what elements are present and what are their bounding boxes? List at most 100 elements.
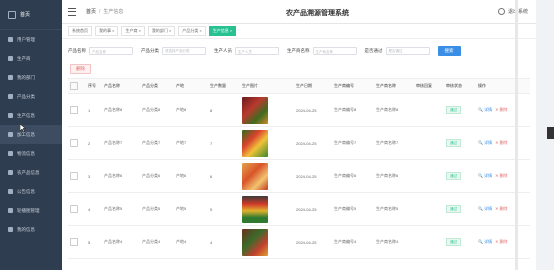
producer-name-cell: 生产商名称8 [376,107,399,112]
table-cell [68,139,86,147]
status-badge: 通过 [446,238,461,246]
sidebar-item-label: 公告信息 [17,188,35,194]
product-cat-label: 产品分类 [141,48,159,53]
sidebar-item-logistics[interactable]: 物流信息 [0,144,62,163]
producer-name-cell: 生产商名称6 [376,173,399,178]
status-badge: 通过 [446,106,461,114]
process-icon [8,132,13,137]
delete-button[interactable]: ✕ 删除 [495,107,507,113]
users-icon [8,37,13,42]
view-button[interactable]: 🔍 详情 [478,173,492,179]
sidebar-item-label: 物流信息 [17,150,35,156]
row-index: 2 [88,140,91,146]
quantity-cell: 4 [210,239,213,245]
tags-view: 系统首页 我的事 × 生产商 × 我的部门 × 产品分类 × 生产信息 × [62,24,536,39]
table-header: 序号 产品名称 产品分类 产地 生产数量 生产图片 生产日期 生产商编号 生产商… [68,78,530,94]
view-button[interactable]: 🔍 详情 [478,107,492,113]
tag-producer[interactable]: 生产商 × [121,26,145,36]
status-cell: 通过 [444,139,476,147]
sidebar-item-label: 用户管理 [17,36,35,42]
product-name-cell: 产品名称7 [104,140,123,145]
sidebar-item-users[interactable]: 用户管理 [0,30,62,49]
product-cat-select[interactable]: 请选择产品分类 [162,47,206,55]
table-cell [68,172,86,180]
sidebar-item-product-info[interactable]: 农产品信息 [0,163,62,182]
view-button[interactable]: 🔍 详情 [478,239,492,245]
table-cell [68,205,86,213]
sidebar-item-processing[interactable]: 加工信息 [0,125,62,144]
table-row: 2 产品名称7 产品分类7 产地7 7 2024-04-25 生产商编号7 生产商名称7 通过 🔍… [68,127,530,160]
producer-input[interactable]: 生产人员 [235,47,279,55]
tag-home[interactable]: 系统首页 [68,26,92,36]
tag-category[interactable]: 产品分类 × [178,26,206,36]
actions-cell: 🔍 详情 ✕ 删除 [476,239,520,245]
breadcrumb-home[interactable]: 首页 [86,9,96,15]
sidebar-item-label: 我的信息 [17,226,35,232]
row-checkbox[interactable] [70,106,78,114]
data-table: 序号 产品名称 产品分类 产地 生产数量 生产图片 生产日期 生产商编号 生产商… [68,78,530,259]
table-cell [240,228,294,256]
select-all-cell [68,82,86,90]
home-icon [8,10,16,19]
row-checkbox[interactable] [70,205,78,213]
view-button[interactable]: 🔍 详情 [478,206,492,212]
status-badge: 通过 [446,205,461,213]
product-name-cell: 产品名称8 [104,107,123,112]
search-button[interactable]: 搜索 [437,46,461,56]
product-image [242,96,268,124]
product-name-cell: 产品名称4 [104,239,123,244]
sidebar-item-category[interactable]: 产品分类 [0,87,62,106]
sidebar-item-label: 农产品信息 [17,169,40,175]
delete-button[interactable]: ✕ 删除 [495,173,507,179]
status-cell: 通过 [444,238,476,246]
view-button[interactable]: 🔍 详情 [478,140,492,146]
row-checkbox[interactable] [70,172,78,180]
quantity-cell: 8 [210,107,213,113]
col-header: 序号 [88,83,96,88]
batch-delete-button[interactable]: 删除 [70,64,91,74]
producer-name-input[interactable]: 生产商名称 [312,47,357,55]
col-header: 产品分类 [142,83,158,88]
sidebar-item-notice[interactable]: 公告信息 [0,182,62,201]
origin-cell: 产地7 [176,140,187,145]
date-cell: 2024-04-25 [296,206,317,212]
sidebar-item-carousel[interactable]: 轮播图管理 [0,201,62,220]
sidebar-item-production[interactable]: 生产信息 [0,106,62,125]
sidebar-header-label: 首页 [20,12,31,18]
product-image [242,162,268,190]
main-panel: 首页/生产信息 农产品溯源管理系统 退出系统 系统首页 我的事 × 生产商 × … [62,0,536,270]
quantity-cell: 7 [210,140,213,146]
sidebar-header[interactable]: 首页 [0,0,62,30]
table-cell [240,195,294,223]
top-bar: 首页/生产信息 农产品溯源管理系统 退出系统 [62,0,536,24]
status-cell: 通过 [444,106,476,114]
tag-production[interactable]: 生产信息 × [208,26,237,36]
logout-button[interactable]: 退出系统 [497,8,528,15]
menu-toggle-icon[interactable] [68,7,76,16]
approved-select[interactable]: 是否通过 [385,47,430,55]
approved-label: 是否通过 [364,48,383,53]
sidebar-item-my-info[interactable]: 我的信息 [0,220,62,239]
row-checkbox[interactable] [70,139,78,147]
sidebar-item-producer[interactable]: 生产商 [0,49,62,68]
vertical-scrollbar[interactable] [515,0,518,270]
select-all-checkbox[interactable] [70,82,78,90]
tag-mine[interactable]: 我的事 × [95,26,119,36]
date-cell: 2024-04-25 [296,107,317,113]
table-body: 1 产品名称8 产品分类8 产地8 8 2024-04-25 生产商编号8 生产商名称8 通过 🔍… [68,94,530,259]
delete-button[interactable]: ✕ 删除 [495,239,507,245]
delete-button[interactable]: ✕ 删除 [495,140,507,146]
breadcrumb-current: 生产信息 [103,9,124,15]
product-name-input[interactable]: 产品名称 [89,47,133,55]
row-checkbox[interactable] [70,238,78,246]
delete-button[interactable]: ✕ 删除 [495,206,507,212]
tag-dept[interactable]: 我的部门 × [147,26,176,36]
product-image [242,195,268,223]
origin-cell: 产地6 [176,173,187,178]
side-panel-toggle[interactable] [547,127,554,139]
origin-cell: 产地4 [176,239,187,244]
info-icon [8,113,13,118]
producer-no-cell: 生产商编号6 [334,173,357,178]
sidebar-item-dept[interactable]: 我的部门 [0,68,62,87]
quantity-cell: 5 [210,206,213,212]
